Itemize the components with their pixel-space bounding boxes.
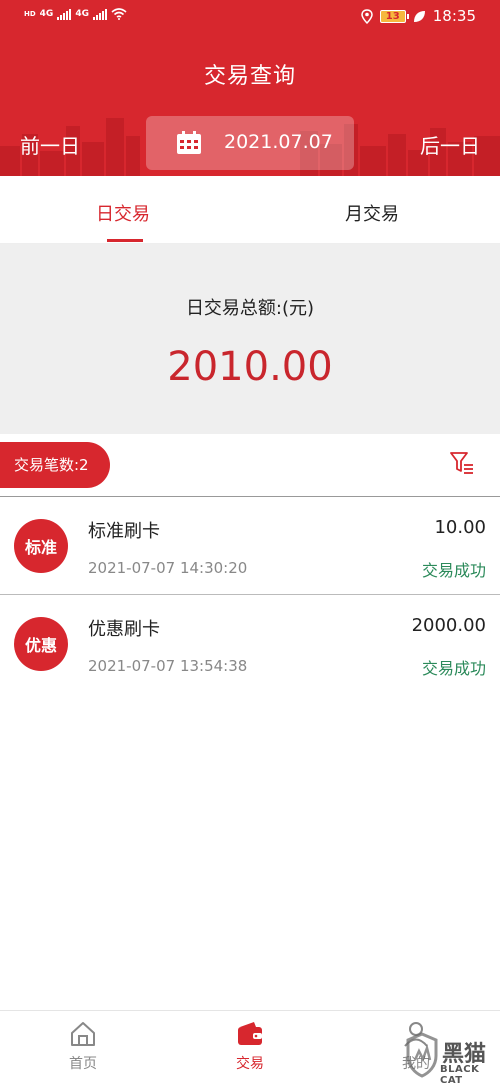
transaction-status: 交易成功 [421,561,486,580]
status-bar: HD 4G 4G 13 18:35 [0,0,500,36]
page-title: 交易查询 [203,64,296,89]
nav-home-label: 首页 [69,1056,97,1072]
date-value: 2021.07.07 [224,131,333,153]
nav-trade-label: 交易 [236,1056,264,1072]
transaction-count-badge: 交易笔数:2 [0,442,110,488]
tab-monthly[interactable]: 月交易 [345,200,399,226]
clock-time: 18:35 [432,7,476,25]
wallet-icon [238,1022,262,1045]
filter-icon[interactable] [450,451,474,477]
tab-daily[interactable]: 日交易 [96,200,150,226]
transaction-status: 交易成功 [421,659,486,678]
previous-day-button[interactable]: 前一日 [20,130,80,159]
leaf-icon [413,10,425,22]
wifi-icon [111,8,127,20]
nav-home[interactable]: 首页 [43,1021,123,1073]
transaction-name: 标准刷卡 [88,521,160,542]
transaction-time: 2021-07-07 14:30:20 [88,559,248,577]
card-type-logo: 标准 [14,519,68,573]
next-day-button[interactable]: 后一日 [420,130,480,159]
date-picker[interactable]: 2021.07.07 [146,116,354,170]
battery-icon: 13 [379,9,409,23]
hd-label: HD [24,10,36,18]
nav-trade[interactable]: 交易 [210,1021,290,1073]
transaction-row[interactable]: 优惠 优惠刷卡 2021-07-07 13:54:38 2000.00 交易成功 [0,595,500,693]
home-icon [71,1022,95,1046]
status-right: 13 18:35 [361,7,476,25]
signal-icon [57,8,72,20]
watermark-subtitle: BLACK CAT [440,1064,480,1083]
total-amount-value: 2010.00 [167,344,333,390]
total-amount-label: 日交易总额:(元) [185,298,315,319]
transaction-amount: 2000.00 [411,615,486,636]
black-cat-logo-icon [406,1032,438,1078]
transaction-name: 优惠刷卡 [88,619,160,640]
transaction-time: 2021-07-07 13:54:38 [88,657,248,675]
status-left: HD 4G 4G [24,8,127,20]
active-tab-indicator [107,239,143,242]
header: HD 4G 4G 13 18:35 交易查询 前一日 2021.07.07 后一… [0,0,500,176]
card-type-logo: 优惠 [14,617,68,671]
count-row: 交易笔数:2 [0,434,500,497]
summary-panel: 日交易总额:(元) 2010.00 [0,244,500,434]
network-label-1: 4G [39,9,54,19]
location-icon [361,8,373,24]
transaction-row[interactable]: 标准 标准刷卡 2021-07-07 14:30:20 10.00 交易成功 [0,497,500,595]
network-label-2: 4G [75,9,89,19]
calendar-icon [177,131,201,154]
transaction-amount: 10.00 [434,517,486,538]
tab-bar: 日交易 月交易 [0,176,500,244]
black-cat-watermark: 黑猫 BLACK CAT [402,1030,500,1083]
signal-icon [92,8,107,20]
